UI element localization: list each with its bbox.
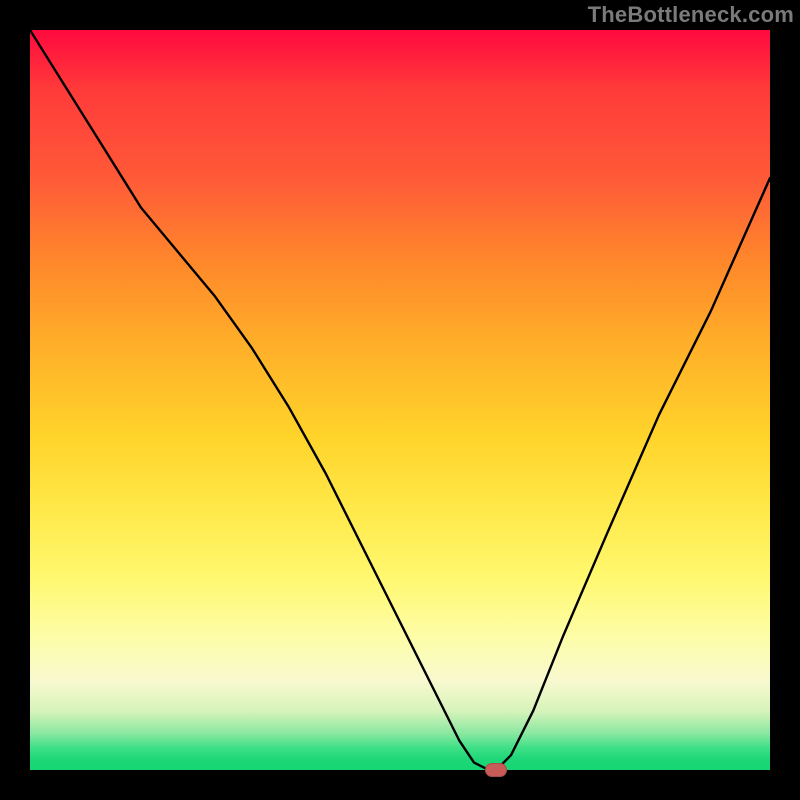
watermark-text: TheBottleneck.com <box>588 2 794 28</box>
bottleneck-curve <box>30 30 770 770</box>
optimum-marker <box>485 763 507 777</box>
chart-container: TheBottleneck.com <box>0 0 800 800</box>
plot-frame <box>30 30 770 770</box>
